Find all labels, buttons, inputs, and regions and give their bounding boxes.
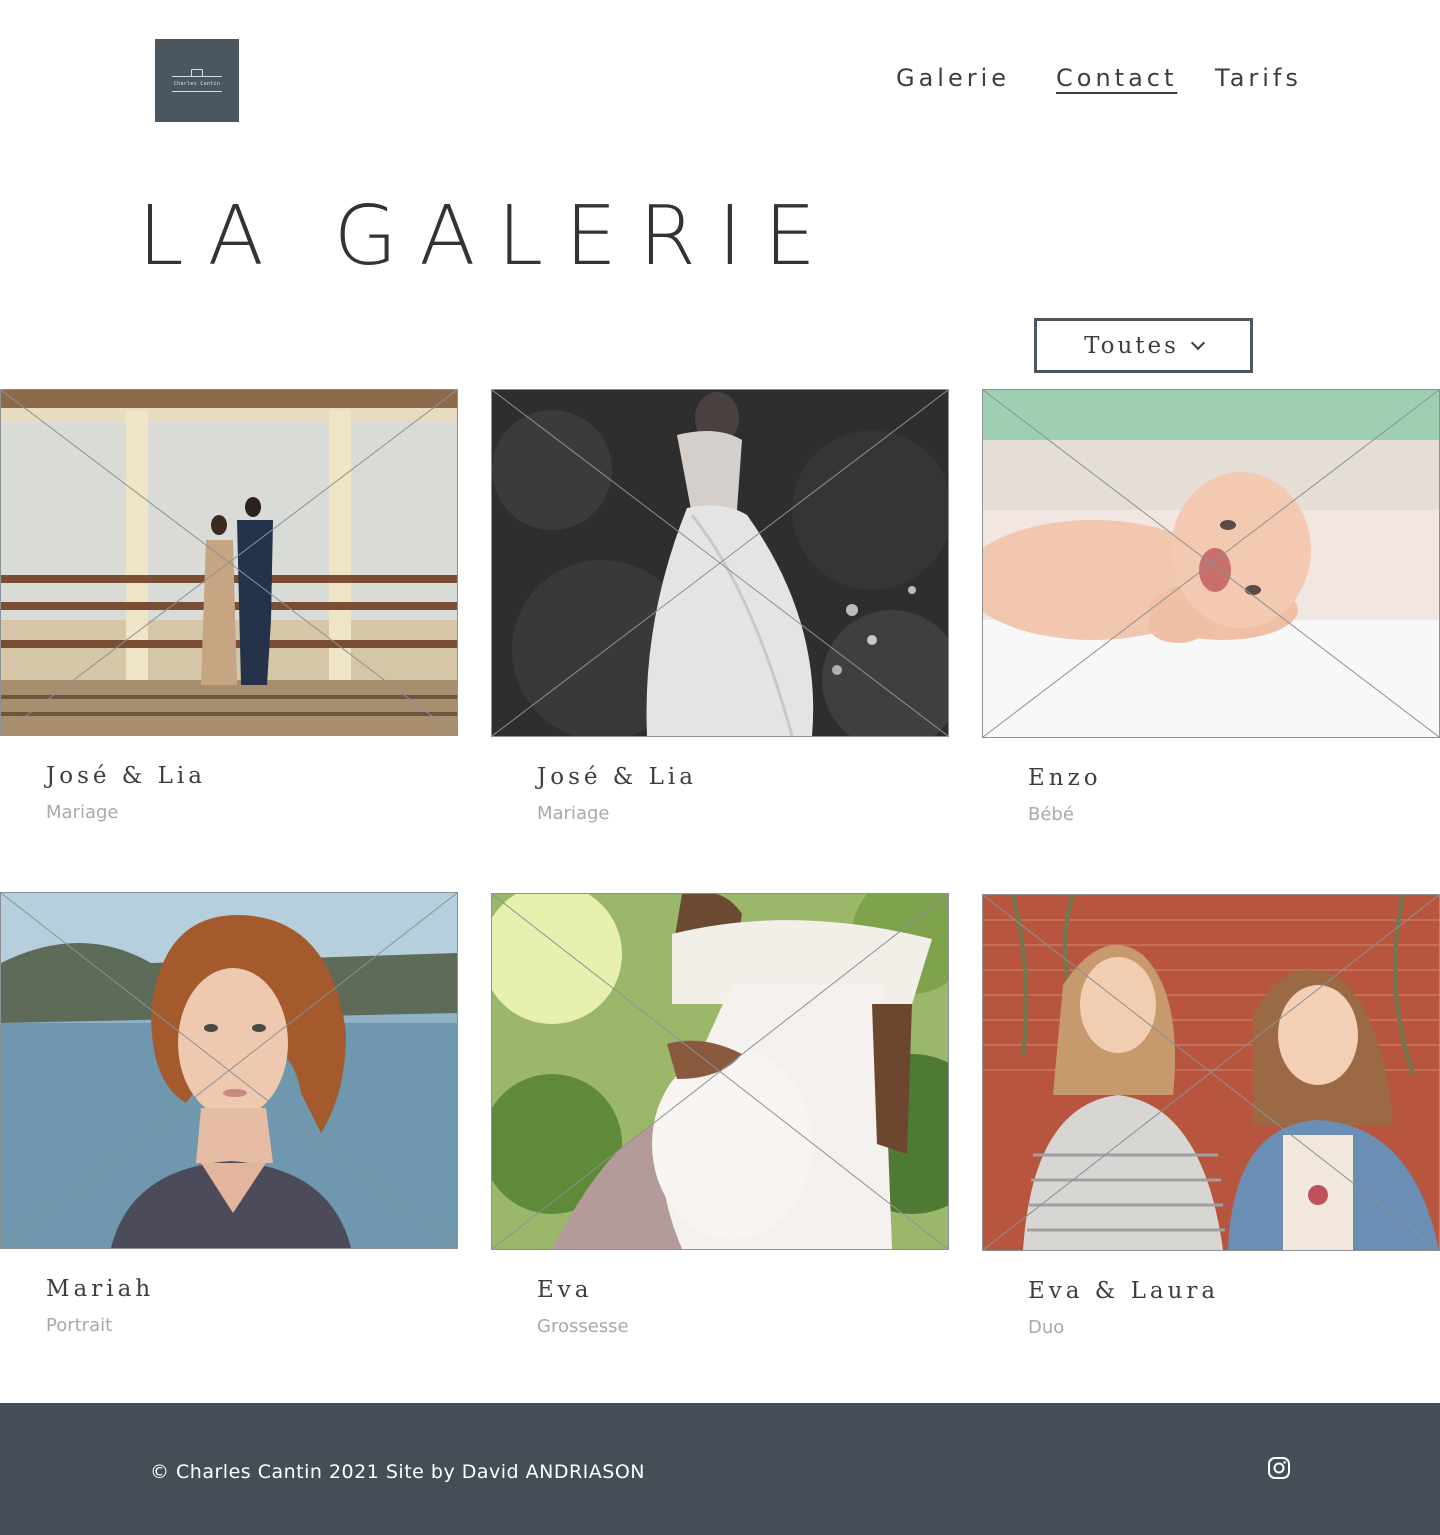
card-category: Bébé <box>1028 804 1074 825</box>
card-title: Eva & Laura <box>1028 1278 1220 1304</box>
card-title: José & Lia <box>537 764 697 790</box>
gallery-photo[interactable] <box>491 893 949 1250</box>
filter-selected-label: Toutes <box>1084 332 1179 359</box>
footer-copyright: © Charles Cantin 2021 Site by David ANDR… <box>150 1461 645 1483</box>
placeholder-cross <box>983 390 1439 737</box>
card-category: Duo <box>1028 1317 1065 1338</box>
instagram-icon[interactable] <box>1267 1456 1291 1480</box>
placeholder-cross <box>492 390 948 736</box>
page-title: LA GALERIE <box>138 189 838 284</box>
gallery-card[interactable]: Eva & Laura Duo <box>982 894 1440 1338</box>
footer: © Charles Cantin 2021 Site by David ANDR… <box>0 1403 1440 1535</box>
placeholder-cross <box>1 390 457 735</box>
nav-tarifs[interactable]: Tarifs <box>1215 64 1302 92</box>
gallery-card[interactable]: Eva Grossesse <box>491 893 949 1337</box>
gallery-photo[interactable] <box>491 389 949 737</box>
card-title: Enzo <box>1028 765 1102 791</box>
card-title: Eva <box>537 1277 593 1303</box>
nav-galerie[interactable]: Galerie <box>896 64 1010 92</box>
page: Charles Cantin Galerie Contact Tarifs LA… <box>0 0 1440 1535</box>
card-category: Mariage <box>46 802 119 823</box>
card-category: Mariage <box>537 803 610 824</box>
placeholder-cross <box>983 895 1439 1250</box>
gallery-photo[interactable] <box>982 894 1440 1251</box>
card-title: José & Lia <box>46 763 206 789</box>
logo-text: Charles Cantin <box>173 81 221 87</box>
gallery-photo[interactable] <box>0 892 458 1249</box>
gallery-card[interactable]: Enzo Bébé <box>982 389 1440 825</box>
card-category: Grossesse <box>537 1316 629 1337</box>
camera-icon <box>191 69 203 77</box>
logo-line-bottom <box>172 91 222 92</box>
gallery-photo[interactable] <box>0 389 458 736</box>
gallery-card[interactable]: José & Lia Mariage <box>0 389 458 823</box>
gallery-card[interactable]: José & Lia Mariage <box>491 389 949 824</box>
category-filter-select[interactable]: Toutes <box>1034 318 1253 373</box>
gallery-photo[interactable] <box>982 389 1440 738</box>
chevron-down-icon <box>1190 335 1206 350</box>
card-title: Mariah <box>46 1276 155 1302</box>
nav-contact[interactable]: Contact <box>1056 64 1177 92</box>
placeholder-cross <box>1 893 457 1248</box>
gallery-card[interactable]: Mariah Portrait <box>0 892 458 1336</box>
card-category: Portrait <box>46 1315 113 1336</box>
logo[interactable]: Charles Cantin <box>155 39 239 122</box>
placeholder-cross <box>492 894 948 1249</box>
